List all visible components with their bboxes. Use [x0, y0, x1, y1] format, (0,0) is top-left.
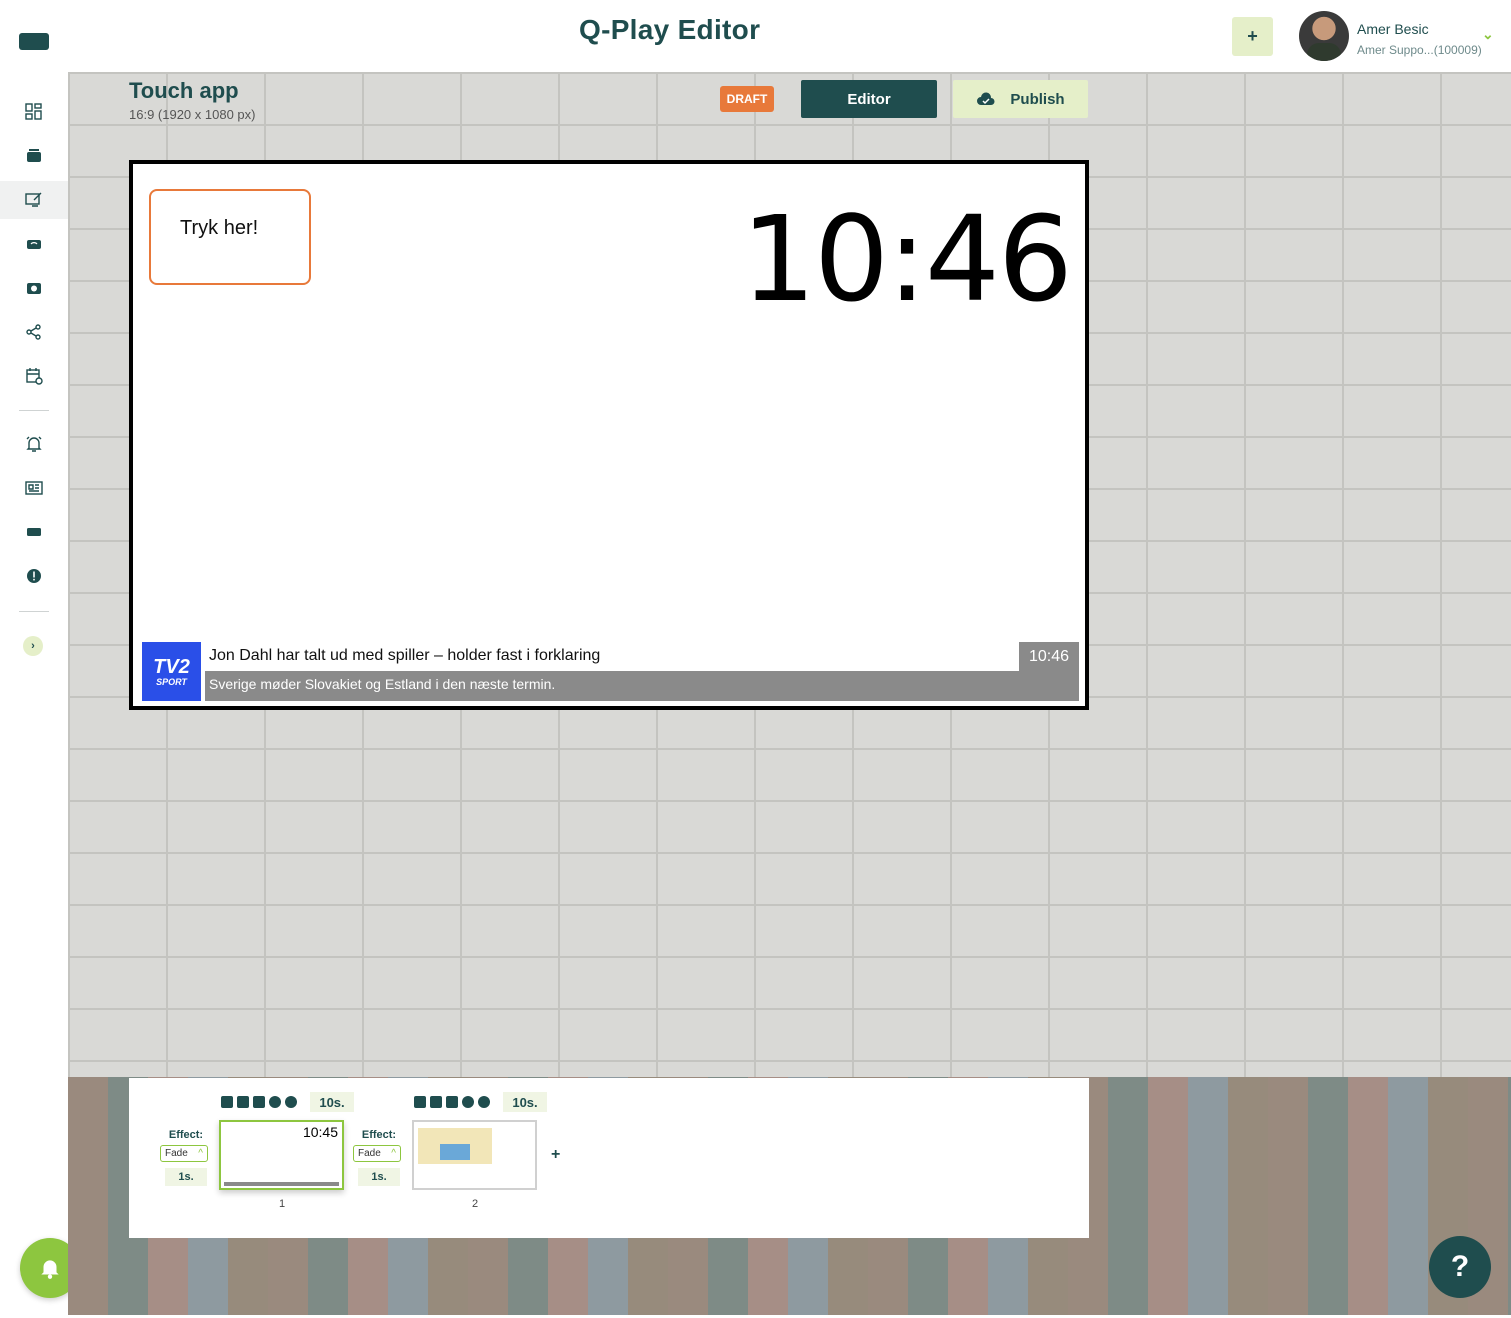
cloud-upload-icon: [977, 92, 995, 105]
media-icon[interactable]: [0, 137, 68, 175]
slide-timeline: 10s. Effect: Fade ^ 1s. 10:45 1 10s. Eff…: [129, 1078, 1089, 1238]
status-badge: DRAFT: [720, 86, 774, 112]
expand-sidebar-button[interactable]: ›: [23, 636, 43, 656]
gear-icon[interactable]: [462, 1096, 474, 1108]
sidebar: ›: [0, 0, 80, 1318]
gear-icon[interactable]: [269, 1096, 281, 1108]
transition-effect: Effect: Fade ^ 1s.: [160, 1129, 212, 1186]
effect-label: Effect:: [168, 1129, 204, 1141]
thumb-dashboard-preview: [418, 1128, 492, 1164]
ticker-time: 10:46: [1019, 642, 1079, 671]
slide-duration[interactable]: 10s.: [310, 1092, 354, 1112]
share-icon[interactable]: [0, 313, 68, 351]
tv2-sport-logo: TV2 SPORT: [142, 642, 201, 701]
slide-thumbnail[interactable]: 10:45: [219, 1120, 344, 1190]
ticker-subline: Sverige møder Slovakiet og Estland i den…: [205, 671, 1079, 701]
effect-duration[interactable]: 1s.: [358, 1168, 400, 1186]
slide-number: 2: [471, 1198, 479, 1210]
editor-button[interactable]: Editor: [801, 80, 937, 118]
document-size: 16:9 (1920 x 1080 px): [129, 107, 256, 122]
trash-icon[interactable]: [430, 1096, 442, 1108]
top-header: Q-Play Editor + Amer Besic Amer Suppo...…: [68, 0, 1511, 72]
duplicate-icon[interactable]: [221, 1096, 233, 1108]
chevron-up-icon: ^: [391, 1148, 396, 1159]
sidebar-divider: [19, 611, 49, 612]
chevron-up-icon: ^: [198, 1148, 203, 1159]
clock-widget[interactable]: 10:46: [741, 190, 1073, 328]
chevron-down-icon[interactable]: ⌄: [1482, 26, 1494, 43]
user-name[interactable]: Amer Besic: [1357, 21, 1429, 37]
avatar[interactable]: [1299, 11, 1349, 61]
effect-select[interactable]: Fade ^: [353, 1145, 401, 1162]
alarm-icon[interactable]: [0, 425, 68, 463]
duplicate-icon[interactable]: [414, 1096, 426, 1108]
slide-thumbnail[interactable]: [412, 1120, 537, 1190]
thumb-chart-preview: [440, 1144, 470, 1160]
slide-duration[interactable]: 10s.: [503, 1092, 547, 1112]
menu-logo-icon[interactable]: [19, 33, 49, 50]
add-slide-button[interactable]: +: [551, 1146, 560, 1164]
alert-icon[interactable]: [0, 557, 68, 595]
user-organization[interactable]: Amer Suppo...(100009): [1357, 43, 1482, 57]
slide-canvas[interactable]: Tryk her! 10:46 TV2 SPORT Jon Dahl har t…: [129, 160, 1089, 710]
effect-label: Effect:: [361, 1129, 397, 1141]
trash-icon[interactable]: [237, 1096, 249, 1108]
news-ticker-widget[interactable]: TV2 SPORT Jon Dahl har talt ud med spill…: [142, 642, 1079, 701]
eye-icon[interactable]: [478, 1096, 490, 1108]
publish-label: Publish: [1010, 90, 1065, 108]
thumb-clock: 10:45: [302, 1124, 338, 1140]
ticker-headline: Jon Dahl har talt ud med spiller – holde…: [205, 642, 1017, 671]
news-icon[interactable]: [0, 469, 68, 507]
logo-bottom-text: SPORT: [156, 676, 187, 687]
effect-select[interactable]: Fade ^: [160, 1145, 208, 1162]
slide-tools: [414, 1096, 490, 1108]
eraser-icon[interactable]: [446, 1096, 458, 1108]
editor-icon[interactable]: [0, 181, 68, 219]
transition-effect: Effect: Fade ^ 1s.: [353, 1129, 405, 1186]
help-button[interactable]: ?: [1429, 1236, 1491, 1298]
add-button[interactable]: +: [1232, 17, 1273, 56]
effect-value: Fade: [358, 1148, 381, 1159]
document-title: Touch app: [129, 78, 239, 103]
bell-icon: [41, 1260, 59, 1279]
editor-stage: Touch app 16:9 (1920 x 1080 px) DRAFT Ed…: [68, 72, 1511, 1315]
eraser-icon[interactable]: [253, 1096, 265, 1108]
chevron-right-icon: ›: [31, 640, 35, 652]
slide-tools: [221, 1096, 297, 1108]
eye-icon[interactable]: [285, 1096, 297, 1108]
publish-button[interactable]: Publish: [953, 80, 1088, 118]
dashboard-icon[interactable]: [0, 93, 68, 131]
effect-value: Fade: [165, 1148, 188, 1159]
touch-button-widget[interactable]: Tryk her!: [149, 189, 311, 285]
schedule-icon[interactable]: [0, 357, 68, 395]
thumb-ticker: [224, 1182, 339, 1186]
effect-duration[interactable]: 1s.: [165, 1168, 207, 1186]
wifi-display-icon[interactable]: [0, 225, 68, 263]
sidebar-divider: [19, 410, 49, 411]
app-title: Q-Play Editor: [579, 14, 761, 45]
display-icon[interactable]: [0, 513, 68, 551]
slide-number: 1: [278, 1198, 286, 1210]
screens-icon[interactable]: [0, 269, 68, 307]
logo-top-text: TV2: [153, 655, 190, 678]
